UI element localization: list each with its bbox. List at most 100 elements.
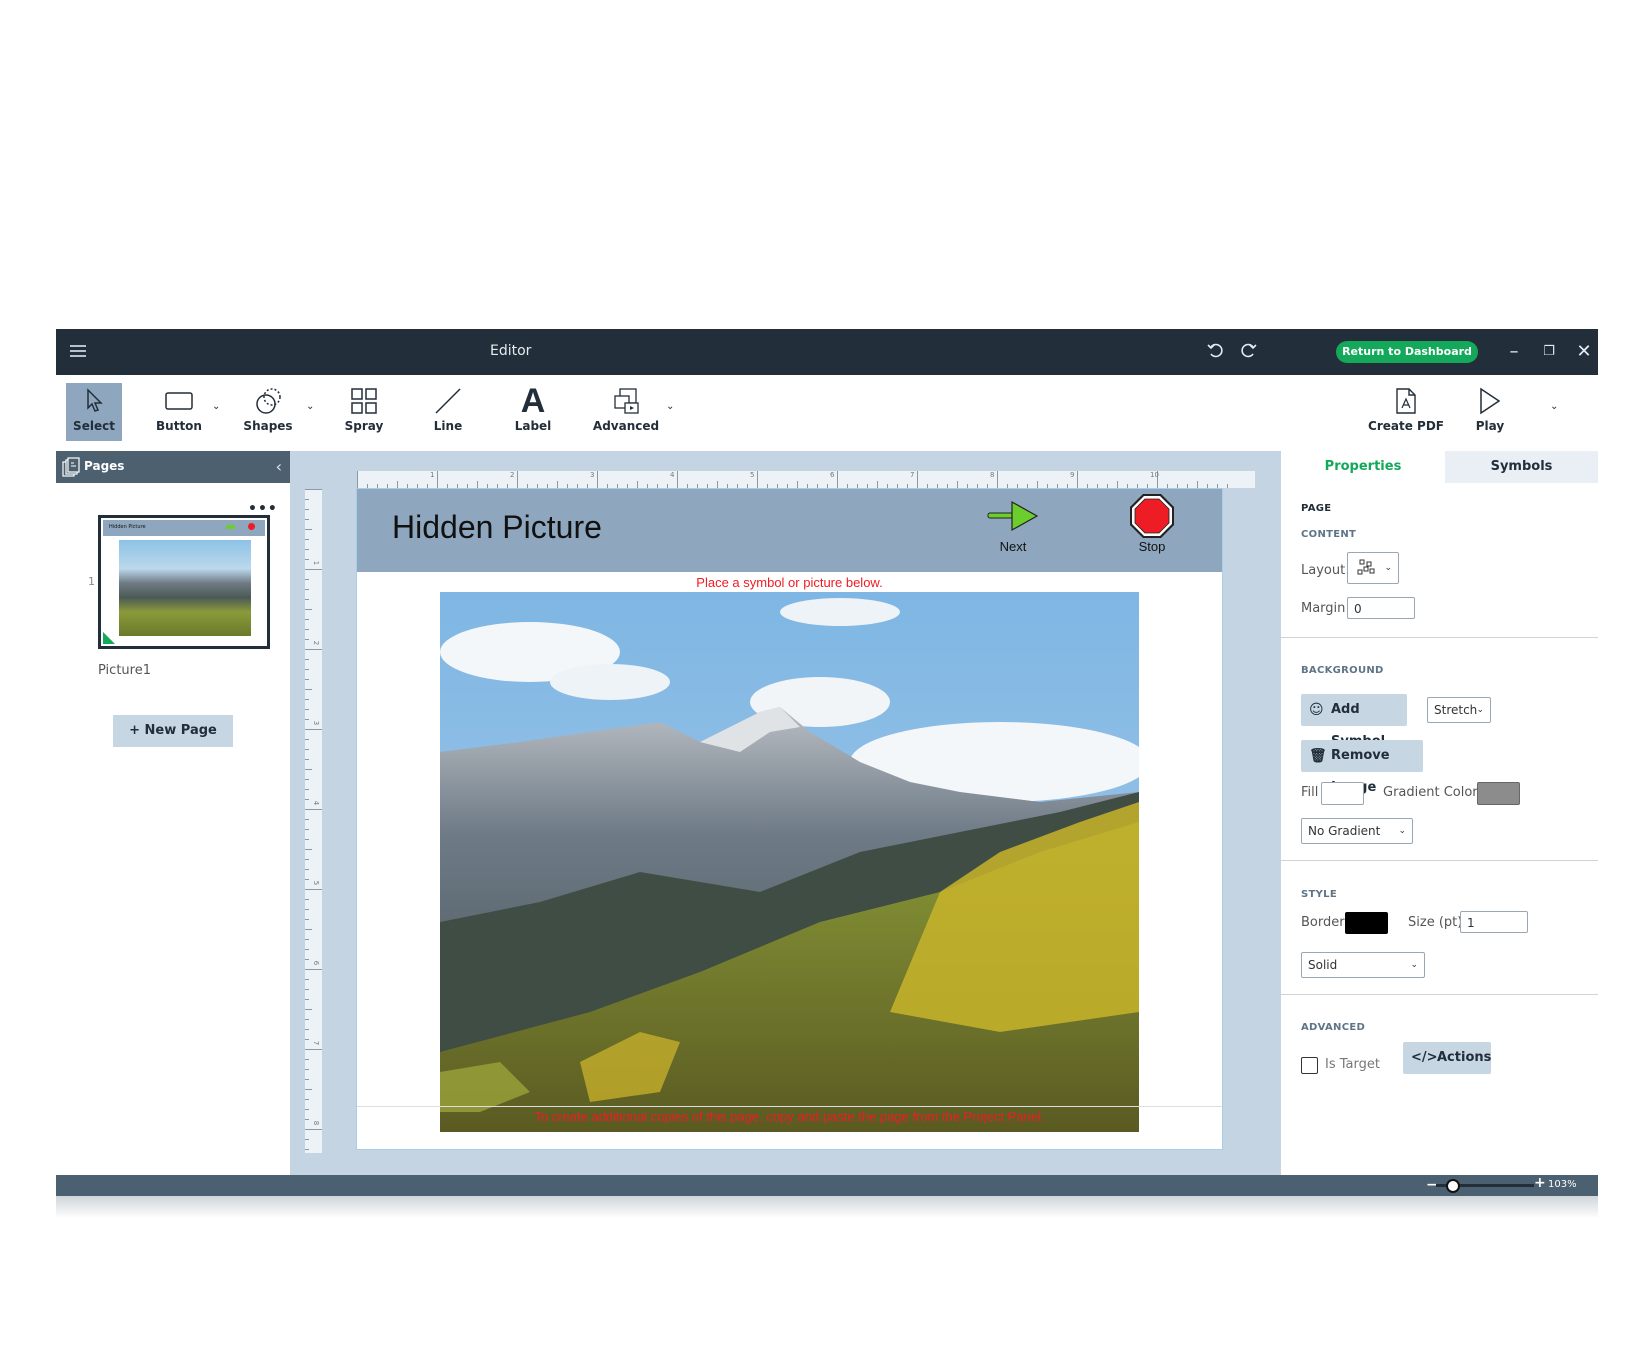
new-page-button[interactable]: + New Page	[113, 715, 233, 747]
button-tool[interactable]: Button	[151, 383, 207, 441]
stop-sign-icon	[1130, 494, 1174, 538]
hamburger-menu-icon[interactable]	[68, 342, 88, 362]
page-title[interactable]: Hidden Picture	[392, 509, 602, 546]
ruler-tick	[887, 484, 888, 488]
advanced-dropdown-chevron-icon[interactable]: ⌄	[666, 401, 674, 412]
label-tool[interactable]: A Label	[505, 382, 561, 441]
ruler-tick	[305, 749, 309, 750]
size-label: Size (pt)	[1408, 915, 1463, 930]
minimize-icon[interactable]: –	[1503, 341, 1525, 363]
page-number: 1	[88, 575, 95, 588]
ruler-number: 5	[750, 471, 755, 479]
remove-image-button[interactable]: 🗑Remove Image	[1301, 740, 1423, 795]
create-pdf-button[interactable]: Create PDF	[1368, 383, 1444, 441]
zoom-in-button[interactable]: +	[1534, 1175, 1546, 1191]
spray-tool[interactable]: Spray	[336, 383, 392, 441]
border-size-input[interactable]: 1	[1460, 911, 1528, 933]
margin-label: Margin	[1301, 601, 1346, 616]
play-button[interactable]: Play	[1462, 383, 1518, 441]
ruler-tick	[1117, 481, 1118, 488]
shapes-dropdown-chevron-icon[interactable]: ⌄	[306, 401, 314, 412]
ruler-number: 4	[670, 471, 675, 479]
ruler-tick	[727, 484, 728, 488]
gradient-color-swatch[interactable]	[1477, 782, 1520, 805]
ruler-tick	[657, 484, 658, 488]
green-arrow-right-icon	[987, 500, 1039, 532]
page-surface[interactable]: Hidden Picture Next Stop Place a symbol …	[356, 488, 1223, 1150]
play-dropdown-chevron-icon[interactable]: ⌄	[1550, 401, 1558, 412]
ruler-tick	[1057, 484, 1058, 488]
next-button[interactable]: Next	[978, 499, 1048, 554]
ruler-tick	[305, 999, 309, 1000]
ruler-tick	[767, 484, 768, 488]
ruler-tick	[305, 1139, 309, 1140]
tab-properties[interactable]: Properties	[1281, 451, 1445, 483]
ruler-tick	[305, 1099, 309, 1100]
ruler-tick	[707, 484, 708, 488]
actions-button[interactable]: </> Actions	[1403, 1042, 1491, 1074]
zoom-slider-handle[interactable]	[1446, 1179, 1460, 1193]
ruler-tick	[507, 484, 508, 488]
border-color-swatch[interactable]	[1345, 912, 1388, 934]
line-style-dropdown[interactable]: Solid ⌄	[1301, 952, 1425, 978]
select-tool-label: Select	[73, 419, 115, 433]
layout-dropdown[interactable]: ⌄	[1347, 552, 1399, 584]
tab-symbols[interactable]: Symbols	[1445, 451, 1598, 483]
ruler-tick	[577, 484, 578, 488]
status-bar: − + 103%	[56, 1175, 1598, 1196]
margin-input[interactable]: 0	[1347, 597, 1415, 619]
gradient-dropdown[interactable]: No Gradient ⌄	[1301, 818, 1413, 844]
toolbar: Select Button ⌄ Shapes ⌄ Spray Line A La…	[56, 375, 1598, 452]
ruler-tick	[305, 739, 309, 740]
ruler-tick	[427, 484, 428, 488]
ruler-number: 8	[990, 471, 995, 479]
ruler-tick	[737, 484, 738, 488]
ruler-tick	[627, 484, 628, 488]
close-icon[interactable]: ✕	[1573, 341, 1595, 363]
shapes-tool[interactable]: Shapes	[240, 383, 296, 441]
ruler-number: 4	[312, 800, 321, 806]
ruler-tick	[305, 1109, 309, 1110]
collapse-panel-chevron-icon[interactable]: ‹	[276, 457, 282, 476]
properties-panel: Properties Symbols PAGE CONTENT Layout ⌄…	[1281, 451, 1598, 1175]
ruler-tick	[305, 919, 309, 920]
page-thumbnail[interactable]: Hidden Picture	[98, 515, 270, 649]
ruler-tick	[305, 629, 309, 630]
is-target-checkbox[interactable]	[1301, 1057, 1318, 1074]
thumbnail-image	[119, 540, 251, 636]
ruler-tick	[305, 1129, 322, 1130]
ruler-tick	[777, 484, 778, 488]
ruler-tick	[305, 549, 309, 550]
undo-icon[interactable]	[1204, 341, 1226, 363]
advanced-tool-label: Advanced	[592, 419, 660, 433]
actions-label: Actions	[1437, 1050, 1492, 1065]
advanced-tool[interactable]: Advanced	[590, 383, 662, 441]
cursor-icon	[66, 383, 122, 419]
ruler-tick	[417, 484, 418, 488]
ruler-tick	[637, 481, 638, 488]
ruler-tick	[305, 929, 312, 930]
chevron-down-icon: ⌄	[1476, 705, 1484, 715]
stretch-dropdown[interactable]: Stretch ⌄	[1427, 697, 1491, 723]
select-tool[interactable]: Select	[66, 383, 122, 441]
ruler-tick	[305, 519, 309, 520]
redo-icon[interactable]	[1238, 341, 1260, 363]
ruler-tick	[927, 484, 928, 488]
background-photo[interactable]	[440, 592, 1139, 1132]
fill-color-swatch[interactable]	[1321, 782, 1364, 805]
stop-button[interactable]: Stop	[1117, 494, 1187, 554]
line-tool[interactable]: Line	[420, 383, 476, 441]
restore-icon[interactable]: ❐	[1538, 341, 1560, 363]
background-section-title: BACKGROUND	[1301, 665, 1384, 676]
ruler-number: 2	[312, 640, 321, 646]
mountain-landscape-image	[440, 592, 1139, 1132]
button-dropdown-chevron-icon[interactable]: ⌄	[212, 401, 220, 412]
return-to-dashboard-button[interactable]: Return to Dashboard	[1336, 341, 1478, 363]
thumbnail-stop-icon	[248, 523, 255, 530]
ruler-tick	[1027, 484, 1028, 488]
add-symbol-button[interactable]: ☺Add Symbol	[1301, 694, 1407, 749]
ruler-tick	[827, 484, 828, 488]
rectangle-icon	[151, 383, 207, 419]
editor-canvas: 1 2 3 4 5 6 7 8 9 10 1 2 3 4 5 6 7 8 Hidden Picture Next…	[290, 451, 1281, 1175]
ruler-tick	[937, 484, 938, 488]
